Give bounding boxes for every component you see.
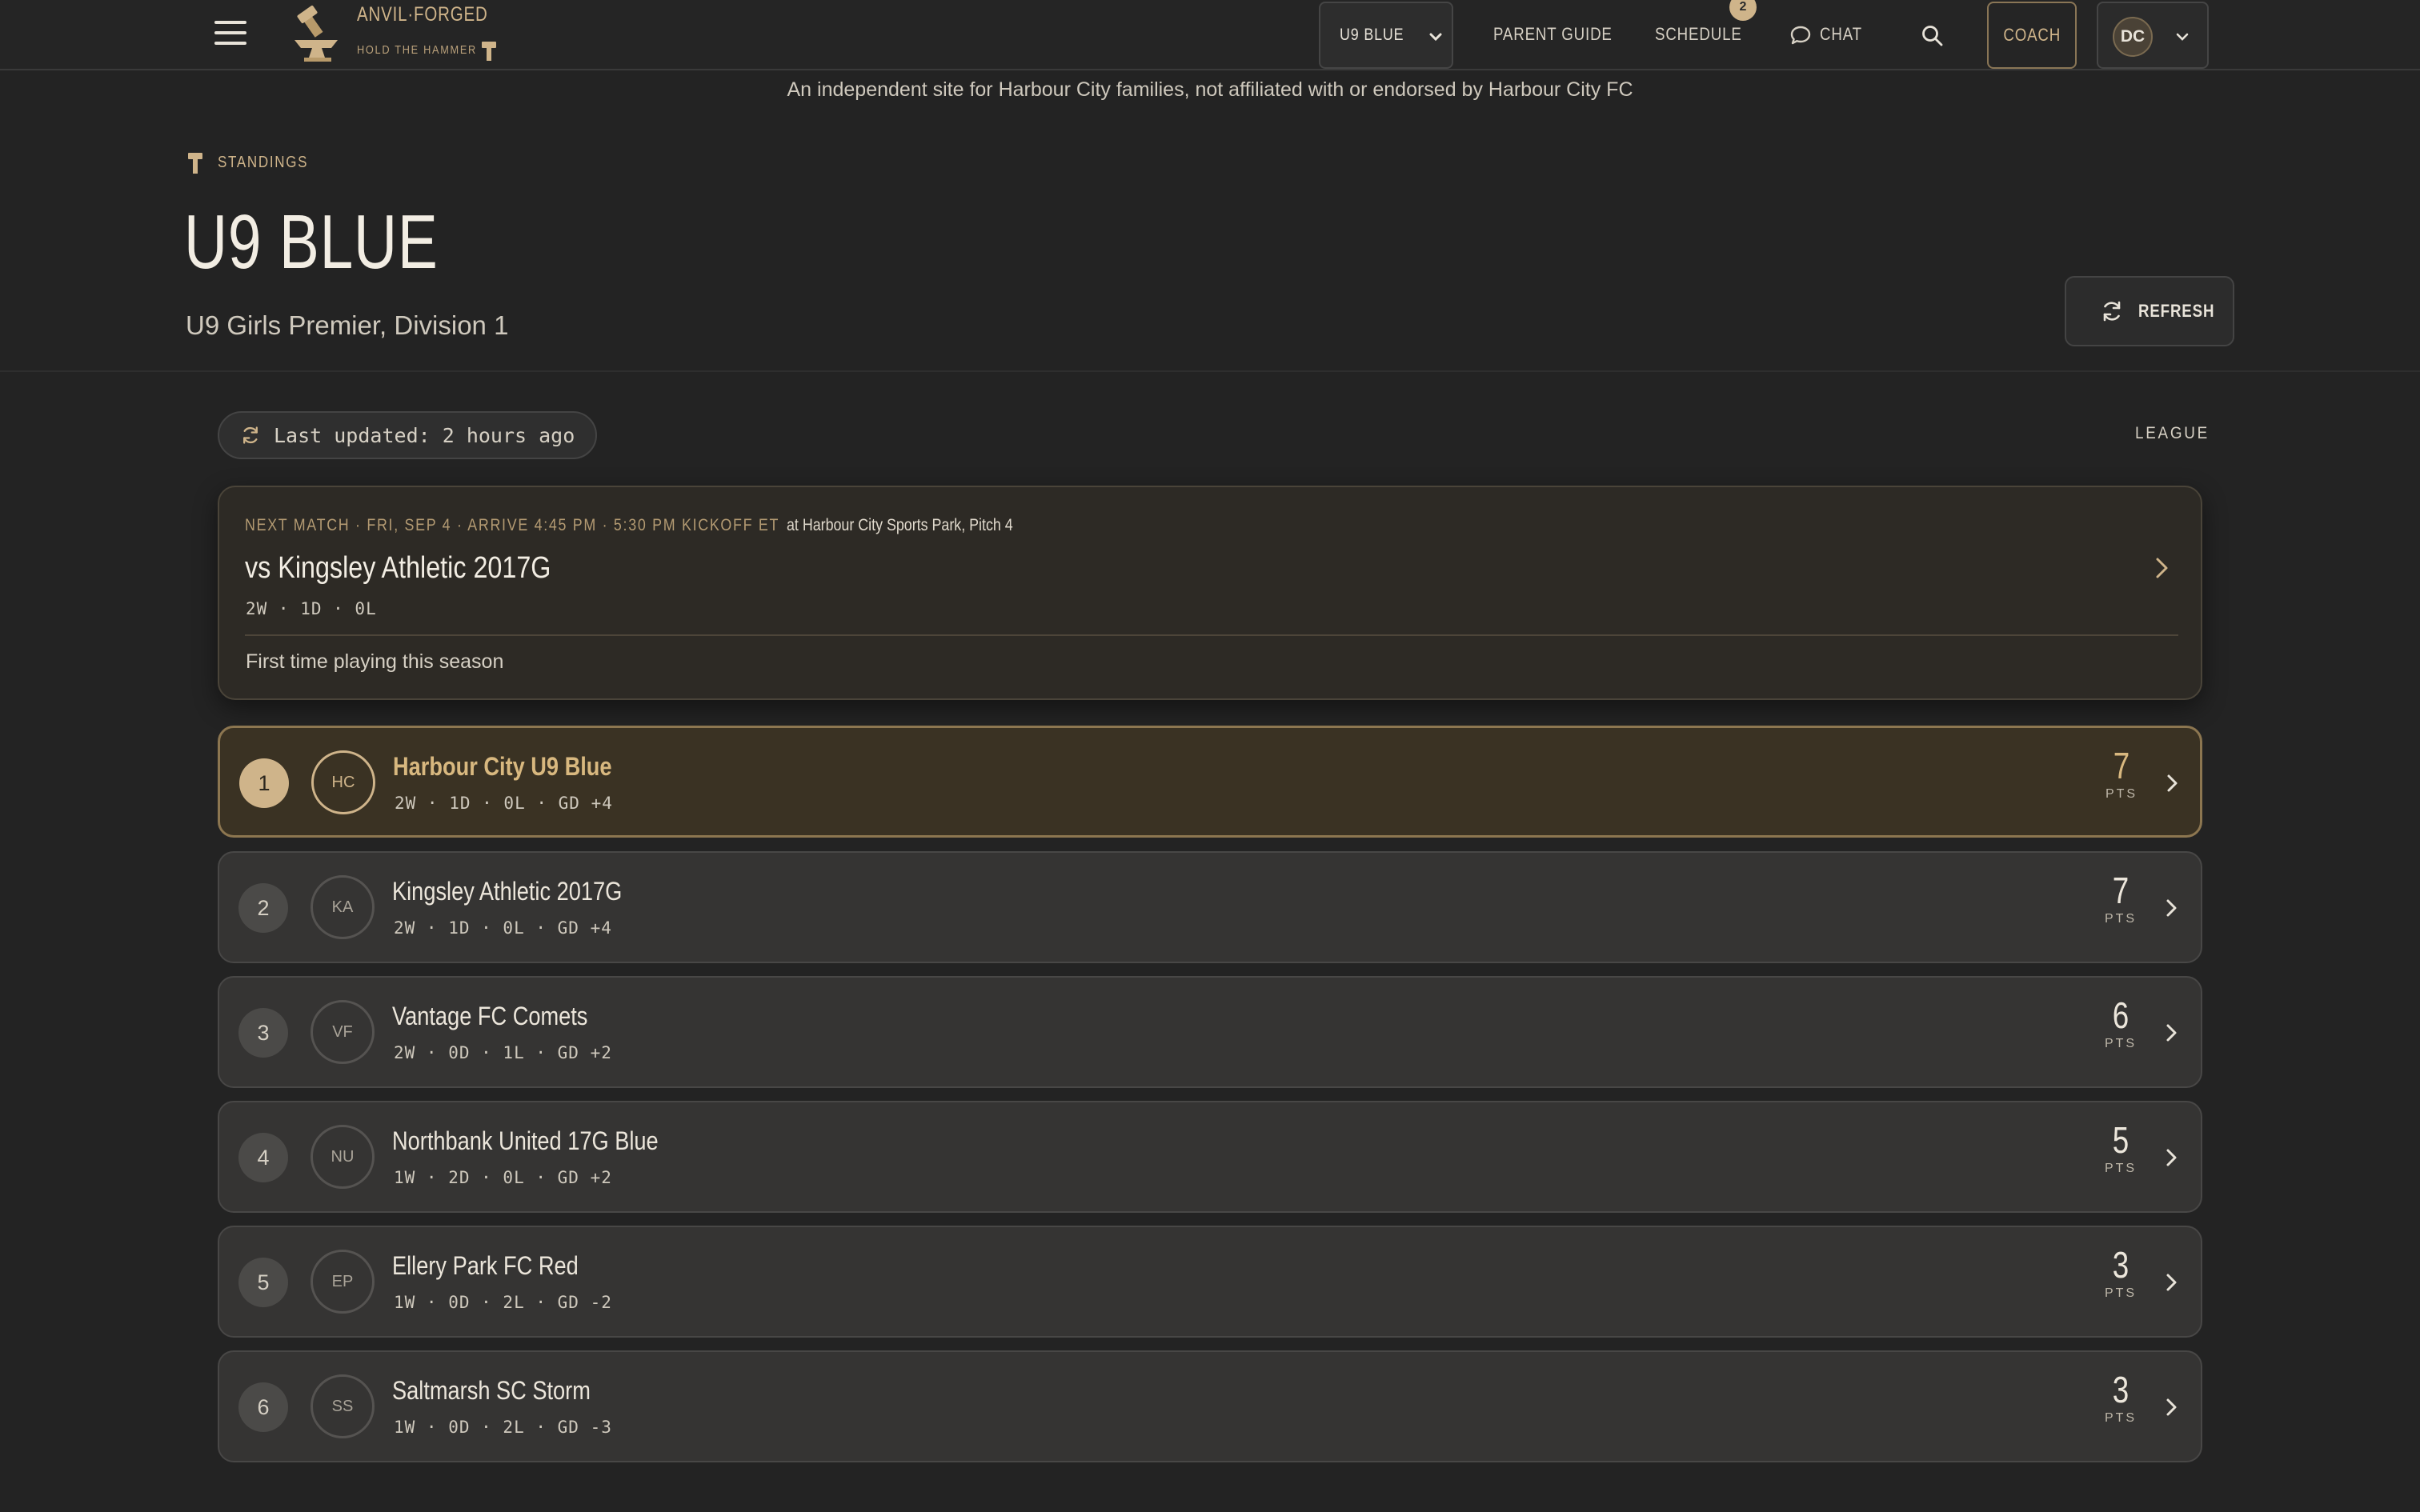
schedule-badge: 2 xyxy=(1729,0,1757,21)
divider xyxy=(245,634,2178,636)
chevron-right-icon xyxy=(2166,1274,2177,1291)
avatar: DC xyxy=(2113,17,2153,57)
points: 7 PTS xyxy=(2089,746,2154,802)
points-value: 7 xyxy=(2113,745,2130,786)
coach-button[interactable]: COACH xyxy=(1987,2,2077,69)
next-match-opponent: vs Kingsley Athletic 2017G xyxy=(245,551,551,585)
points: 5 PTS xyxy=(2089,1120,2153,1176)
next-match-when: NEXT MATCH · FRI, SEP 4 · ARRIVE 4:45 PM… xyxy=(245,516,780,534)
team-record: 1W · 0D · 2L · GD -3 xyxy=(394,1418,612,1437)
team-name: Ellery Park FC Red xyxy=(392,1251,579,1280)
menu-icon[interactable] xyxy=(214,21,246,48)
team-record: 1W · 0D · 2L · GD -2 xyxy=(394,1293,612,1312)
standings-row[interactable]: 4 NU Northbank United 17G Blue 1W · 2D ·… xyxy=(218,1101,2202,1213)
rank-badge: 6 xyxy=(238,1382,288,1432)
standings-row[interactable]: 2 KA Kingsley Athletic 2017G 2W · 1D · 0… xyxy=(218,851,2202,963)
chevron-right-icon xyxy=(2166,899,2177,917)
chevron-down-icon xyxy=(2176,33,2189,41)
team-record: 2W · 1D · 0L · GD +4 xyxy=(394,918,612,938)
next-match-note: First time playing this season xyxy=(246,650,504,673)
points: 3 PTS xyxy=(2089,1370,2153,1426)
header-divider xyxy=(0,370,2420,372)
points: 6 PTS xyxy=(2089,995,2153,1051)
nav-chat[interactable]: CHAT xyxy=(1820,24,1862,45)
brand-tagline: HOLD THE HAMMER xyxy=(357,43,477,57)
standings-row[interactable]: 3 VF Vantage FC Comets 2W · 0D · 1L · GD… xyxy=(218,976,2202,1088)
coach-label: COACH xyxy=(2003,25,2061,45)
anvil-logo-icon[interactable] xyxy=(290,5,346,64)
disclaimer-text: An independent site for Harbour City fam… xyxy=(787,78,1633,101)
standings-row[interactable]: 5 EP Ellery Park FC Red 1W · 0D · 2L · G… xyxy=(218,1226,2202,1338)
points-value: 5 xyxy=(2112,1119,2130,1161)
chat-icon[interactable] xyxy=(1789,24,1812,46)
brand-name: ANVIL·FORGED xyxy=(357,3,488,26)
chevron-right-icon xyxy=(2166,1398,2177,1416)
team-name: Saltmarsh SC Storm xyxy=(392,1376,591,1405)
chevron-down-icon xyxy=(1429,33,1442,42)
team-name: Vantage FC Comets xyxy=(392,1002,588,1030)
nav-schedule[interactable]: SCHEDULE xyxy=(1655,24,1742,45)
opponent-record: 2W · 1D · 0L xyxy=(246,599,377,618)
team-name: Harbour City U9 Blue xyxy=(393,752,612,781)
points-value: 7 xyxy=(2112,870,2130,911)
points-label: PTS xyxy=(2104,1411,2138,1425)
refresh-icon xyxy=(243,426,258,444)
team-record: 2W · 1D · 0L · GD +4 xyxy=(395,794,613,813)
team-record: 1W · 2D · 0L · GD +2 xyxy=(394,1168,612,1187)
team-select[interactable]: U9 BLUE xyxy=(1319,2,1453,69)
page-title: U9 BLUE xyxy=(184,199,439,285)
league-label: LEAGUE xyxy=(2135,424,2210,442)
points: 7 PTS xyxy=(2089,870,2153,926)
last-updated-badge: Last updated: 2 hours ago xyxy=(218,411,598,459)
points-value: 3 xyxy=(2112,1369,2130,1410)
points-label: PTS xyxy=(2104,1286,2138,1300)
team-select-value: U9 BLUE xyxy=(1340,26,1404,44)
hammer-icon xyxy=(482,42,496,61)
page-subtitle: U9 Girls Premier, Division 1 xyxy=(186,310,509,340)
chevron-right-icon xyxy=(2166,1149,2177,1166)
team-crest: KA xyxy=(311,875,375,939)
hammer-icon xyxy=(188,153,202,174)
search-icon[interactable] xyxy=(1921,24,1945,48)
next-match-header: NEXT MATCH · FRI, SEP 4 · ARRIVE 4:45 PM… xyxy=(245,516,1013,535)
chevron-right-icon xyxy=(2166,1024,2177,1042)
team-record: 2W · 0D · 1L · GD +2 xyxy=(394,1043,612,1062)
points-label: PTS xyxy=(2104,912,2138,926)
points-label: PTS xyxy=(2104,1162,2138,1175)
rank-badge: 3 xyxy=(238,1008,288,1058)
standings-row[interactable]: 1 HC Harbour City U9 Blue 2W · 1D · 0L ·… xyxy=(218,726,2202,838)
refresh-icon xyxy=(2103,301,2121,322)
team-crest: HC xyxy=(311,750,375,814)
points-value: 3 xyxy=(2112,1244,2130,1286)
breadcrumb[interactable]: STANDINGS xyxy=(218,154,308,172)
team-crest: SS xyxy=(311,1374,375,1438)
last-updated-text: Last updated: 2 hours ago xyxy=(274,423,575,447)
user-menu-button[interactable]: DC xyxy=(2097,2,2209,69)
rank-badge: 1 xyxy=(239,758,289,808)
team-crest: NU xyxy=(311,1125,375,1189)
points: 3 PTS xyxy=(2089,1245,2153,1301)
chevron-right-icon xyxy=(2156,558,2168,578)
refresh-button[interactable]: REFRESH xyxy=(2065,276,2234,346)
chevron-right-icon xyxy=(2167,774,2178,792)
team-crest: EP xyxy=(311,1250,375,1314)
points-value: 6 xyxy=(2112,994,2130,1036)
nav-parent-guide[interactable]: PARENT GUIDE xyxy=(1493,24,1613,45)
top-nav: ANVIL·FORGED HOLD THE HAMMER U9 BLUE PAR… xyxy=(0,0,2420,70)
team-name: Northbank United 17G Blue xyxy=(392,1126,659,1155)
rank-badge: 2 xyxy=(238,883,288,933)
rank-badge: 5 xyxy=(238,1258,288,1307)
rank-badge: 4 xyxy=(238,1133,288,1182)
next-match-card[interactable]: NEXT MATCH · FRI, SEP 4 · ARRIVE 4:45 PM… xyxy=(218,486,2202,700)
refresh-label: REFRESH xyxy=(2138,301,2215,321)
points-label: PTS xyxy=(2105,787,2138,801)
standings-row[interactable]: 6 SS Saltmarsh SC Storm 1W · 0D · 2L · G… xyxy=(218,1350,2202,1462)
points-label: PTS xyxy=(2104,1037,2138,1050)
team-name: Kingsley Athletic 2017G xyxy=(392,877,623,906)
team-crest: VF xyxy=(311,1000,375,1064)
next-match-location: at Harbour City Sports Park, Pitch 4 xyxy=(786,516,1013,534)
